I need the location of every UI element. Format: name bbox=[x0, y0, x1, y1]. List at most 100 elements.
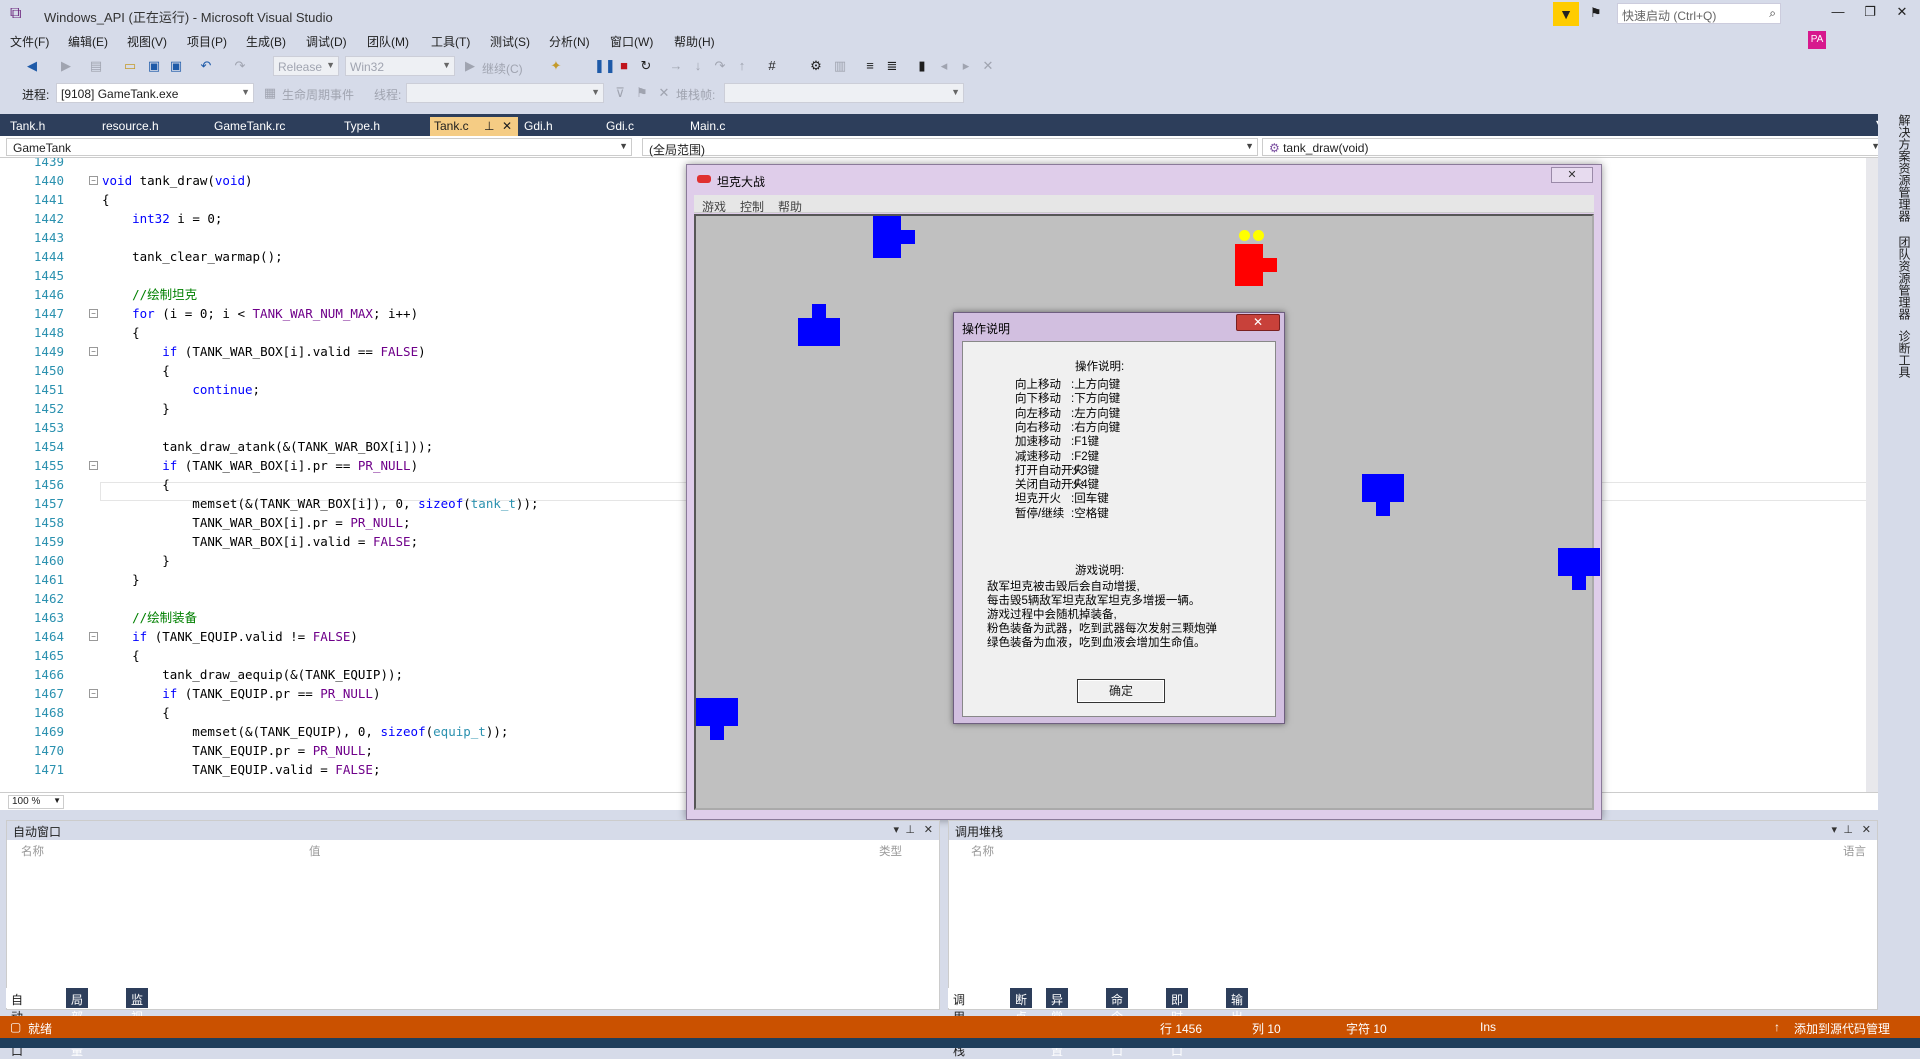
continue-button[interactable]: 继续(C) bbox=[482, 60, 523, 77]
ok-button[interactable]: 确定 bbox=[1077, 679, 1165, 703]
zoom-dropdown[interactable]: 100 % ▼ bbox=[8, 795, 64, 809]
code-line[interactable]: { bbox=[102, 475, 170, 494]
code-line[interactable]: memset(&(TANK_WAR_BOX[i]), 0, sizeof(tan… bbox=[102, 494, 538, 513]
fold-toggle-icon[interactable]: − bbox=[89, 309, 98, 318]
col-type[interactable]: 类型 bbox=[879, 843, 902, 859]
code-line[interactable]: if (TANK_EQUIP.pr == PR_NULL) bbox=[102, 684, 380, 703]
hex-display-icon[interactable]: # bbox=[764, 58, 780, 74]
pane-menu-icon[interactable]: ▾ bbox=[893, 823, 899, 836]
notification-filter-icon[interactable]: ▼ bbox=[1553, 2, 1579, 26]
tab-callstack[interactable]: 调用堆栈 bbox=[948, 988, 971, 1058]
code-line[interactable]: TANK_EQUIP.valid = FALSE; bbox=[102, 760, 380, 779]
tab-command-window[interactable]: 命令窗口 bbox=[1106, 988, 1129, 1058]
pin-icon[interactable]: ⊥ bbox=[484, 119, 494, 133]
tab-output[interactable]: 输出 bbox=[1226, 988, 1249, 1024]
pane-close-icon[interactable]: ✕ bbox=[924, 823, 933, 836]
continue-icon[interactable]: ▶ bbox=[462, 58, 478, 74]
tab-close-icon[interactable]: ✕ bbox=[502, 119, 512, 133]
function-dropdown[interactable]: ⚙ tank_draw(void) ▼ bbox=[1262, 138, 1884, 156]
code-line[interactable]: { bbox=[102, 190, 110, 209]
code-line[interactable]: { bbox=[102, 646, 140, 665]
code-line[interactable]: //绘制坦克 bbox=[102, 285, 197, 304]
new-project-icon[interactable]: ▤ bbox=[88, 58, 104, 74]
fold-toggle-icon[interactable]: − bbox=[89, 689, 98, 698]
bookmark-icon[interactable]: ▮ bbox=[914, 58, 930, 74]
tab-autos[interactable]: 自动窗口 bbox=[6, 988, 29, 1058]
menu-edit[interactable]: 编辑(E) bbox=[68, 33, 108, 50]
close-button[interactable]: ✕ bbox=[1888, 4, 1916, 24]
platform-dropdown[interactable]: Win32 ▼ bbox=[345, 56, 455, 76]
code-line[interactable]: if (TANK_WAR_BOX[i].pr == PR_NULL) bbox=[102, 456, 418, 475]
code-line[interactable]: TANK_WAR_BOX[i].valid = FALSE; bbox=[102, 532, 418, 551]
tab-immediate-window[interactable]: 即时窗口 bbox=[1166, 988, 1189, 1058]
col-name[interactable]: 名称 bbox=[21, 843, 44, 859]
tab-watch1[interactable]: 监视 1 bbox=[126, 988, 149, 1039]
menu-file[interactable]: 文件(F) bbox=[10, 33, 49, 50]
redo-icon[interactable]: ↷ bbox=[232, 58, 248, 74]
code-line[interactable]: tank_draw_aequip(&(TANK_EQUIP)); bbox=[102, 665, 403, 684]
tab-gdi-h[interactable]: Gdi.h bbox=[520, 117, 557, 136]
sidebar-diagnostic-tools[interactable]: 诊断工具 bbox=[1897, 330, 1913, 378]
sidebar-team-explorer[interactable]: 团队资源管理器 bbox=[1897, 236, 1913, 320]
indent-icon[interactable]: ≡ bbox=[862, 58, 878, 74]
code-line[interactable]: } bbox=[102, 399, 170, 418]
code-line[interactable]: tank_draw_atank(&(TANK_WAR_BOX[i])); bbox=[102, 437, 433, 456]
fold-toggle-icon[interactable]: − bbox=[89, 632, 98, 641]
restart-icon[interactable]: ↻ bbox=[638, 58, 654, 74]
tab-gdi-c[interactable]: Gdi.c bbox=[602, 117, 638, 136]
config-dropdown[interactable]: Release ▼ bbox=[273, 56, 339, 76]
stop-icon[interactable]: ■ bbox=[616, 58, 632, 74]
code-line[interactable]: memset(&(TANK_EQUIP), 0, sizeof(equip_t)… bbox=[102, 722, 508, 741]
tab-gametank-rc[interactable]: GameTank.rc bbox=[210, 117, 289, 136]
code-line[interactable]: tank_clear_warmap(); bbox=[102, 247, 283, 266]
code-line[interactable]: int32 i = 0; bbox=[102, 209, 222, 228]
code-line[interactable]: } bbox=[102, 570, 140, 589]
back-icon[interactable]: ◀ bbox=[24, 58, 40, 74]
flag-icon[interactable]: ⚑ bbox=[634, 85, 650, 101]
step-out-icon[interactable]: ↑ bbox=[734, 58, 750, 74]
expand-icon[interactable]: ✕ bbox=[656, 85, 672, 101]
menu-debug[interactable]: 调试(D) bbox=[306, 33, 347, 50]
menu-project[interactable]: 项目(P) bbox=[187, 33, 227, 50]
menu-analyze[interactable]: 分析(N) bbox=[549, 33, 590, 50]
sidebar-solution-explorer[interactable]: 解决方案资源管理器 bbox=[1897, 114, 1913, 222]
tab-tank-h[interactable]: Tank.h bbox=[6, 117, 49, 136]
code-line[interactable]: for (i = 0; i < TANK_WAR_NUM_MAX; i++) bbox=[102, 304, 418, 323]
pause-icon[interactable]: ❚❚ bbox=[594, 58, 616, 74]
pane-pin-icon[interactable]: ⊥ bbox=[1843, 823, 1853, 836]
add-source-control[interactable]: 添加到源代码管理 bbox=[1794, 1020, 1890, 1037]
toggle-icon[interactable]: ▥ bbox=[832, 58, 848, 74]
game-menu-game[interactable]: 游戏 bbox=[702, 198, 726, 215]
code-line[interactable]: continue; bbox=[102, 380, 260, 399]
code-line[interactable]: } bbox=[102, 551, 170, 570]
tab-main-c[interactable]: Main.c bbox=[686, 117, 729, 136]
comment-icon[interactable]: ≣ bbox=[884, 58, 900, 74]
stackframe-dropdown[interactable]: ▼ bbox=[724, 83, 964, 103]
attach-icon[interactable]: ✦ bbox=[548, 58, 564, 74]
tab-tank-c[interactable]: Tank.c ⊥ ✕ bbox=[430, 117, 518, 136]
fold-toggle-icon[interactable]: − bbox=[89, 461, 98, 470]
maximize-button[interactable]: ❐ bbox=[1856, 4, 1884, 24]
fold-toggle-icon[interactable]: − bbox=[89, 347, 98, 356]
game-close-button[interactable]: ✕ bbox=[1551, 167, 1593, 183]
pane-pin-icon[interactable]: ⊥ bbox=[905, 823, 915, 836]
fold-toggle-icon[interactable]: − bbox=[89, 176, 98, 185]
tab-exception-settings[interactable]: 异常设置 bbox=[1046, 988, 1069, 1058]
menu-window[interactable]: 窗口(W) bbox=[610, 33, 653, 50]
scope-dropdown[interactable]: (全局范围) ▼ bbox=[642, 138, 1258, 157]
code-line[interactable]: void tank_draw(void) bbox=[102, 171, 253, 190]
tab-locals[interactable]: 局部变量 bbox=[66, 988, 89, 1058]
save-icon[interactable]: ▣ bbox=[146, 58, 162, 74]
minimize-button[interactable]: — bbox=[1824, 4, 1852, 24]
col-value[interactable]: 值 bbox=[309, 843, 321, 859]
lifecycle-events[interactable]: 生命周期事件 bbox=[282, 86, 354, 103]
code-line[interactable]: if (TANK_EQUIP.valid != FALSE) bbox=[102, 627, 358, 646]
code-line[interactable]: { bbox=[102, 361, 170, 380]
step-over-icon[interactable]: ↷ bbox=[712, 58, 728, 74]
menu-team[interactable]: 团队(M) bbox=[367, 33, 409, 50]
code-line[interactable]: //绘制装备 bbox=[102, 608, 197, 627]
tab-breakpoints[interactable]: 断点 bbox=[1010, 988, 1033, 1024]
quick-launch-input[interactable]: 快速启动 (Ctrl+Q) ⌕ bbox=[1617, 3, 1781, 24]
menu-tools[interactable]: 工具(T) bbox=[431, 33, 470, 50]
tools-icon[interactable]: ⚙ bbox=[808, 58, 824, 74]
